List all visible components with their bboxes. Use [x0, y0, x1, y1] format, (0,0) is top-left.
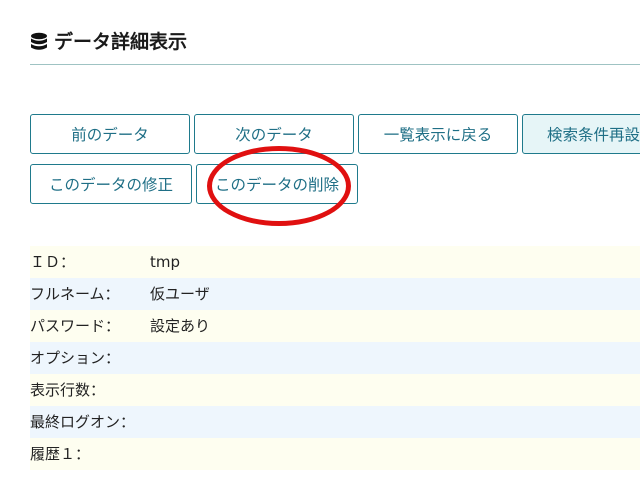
next-data-button[interactable]: 次のデータ [194, 114, 354, 154]
detail-row: パスワード： 設定あり [30, 310, 640, 342]
detail-label: フルネーム： [30, 285, 120, 303]
back-to-list-button[interactable]: 一覧表示に戻る [358, 114, 518, 154]
detail-row: 履歴１： [30, 438, 640, 470]
detail-label: 履歴１： [30, 445, 91, 463]
delete-data-button[interactable]: このデータの削除 [196, 164, 358, 204]
database-icon [31, 32, 47, 50]
detail-table: ＩＤ： tmp フルネーム： 仮ユーザ パスワード： 設定あり オプション： 表… [30, 246, 640, 470]
prev-data-button[interactable]: 前のデータ [30, 114, 190, 154]
detail-row: オプション： [30, 342, 640, 374]
detail-row: フルネーム： 仮ユーザ [30, 278, 640, 310]
edit-data-button[interactable]: このデータの修正 [30, 164, 192, 204]
detail-row: 表示行数： [30, 374, 640, 406]
detail-value: tmp [150, 253, 181, 271]
detail-page: データ詳細表示 前のデータ 次のデータ 一覧表示に戻る 検索条件再設定 このデー… [0, 0, 640, 480]
reset-search-button[interactable]: 検索条件再設定 [522, 114, 640, 154]
detail-label: オプション： [30, 349, 121, 367]
detail-value: 仮ユーザ [150, 285, 210, 303]
page-header: データ詳細表示 [30, 28, 640, 65]
detail-row: 最終ログオン： [30, 406, 640, 438]
detail-label: ＩＤ： [30, 253, 76, 271]
detail-label: 表示行数： [30, 381, 106, 399]
page-title: データ詳細表示 [54, 31, 188, 53]
detail-row: ＩＤ： tmp [30, 246, 640, 278]
detail-value: 設定あり [150, 317, 211, 335]
detail-label: パスワード： [30, 317, 121, 335]
detail-label: 最終ログオン： [30, 413, 136, 431]
